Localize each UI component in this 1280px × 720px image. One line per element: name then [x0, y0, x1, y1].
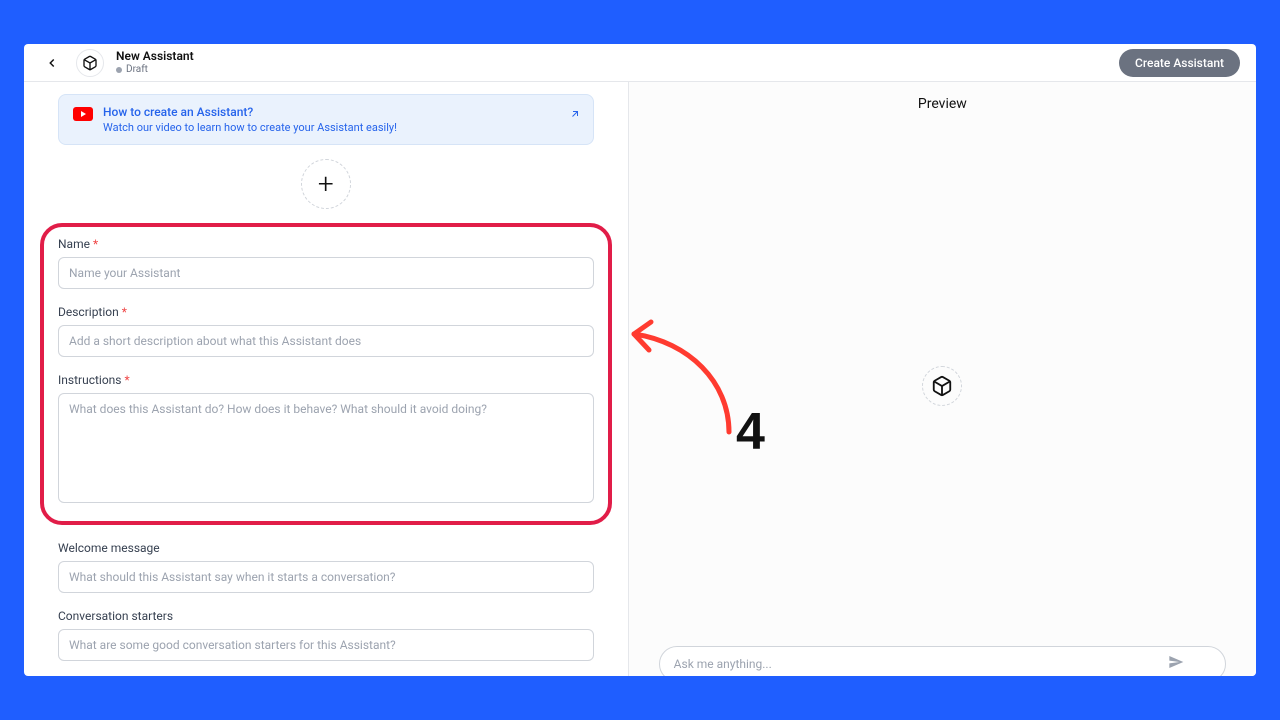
chat-input-container: Ask me anything...: [629, 646, 1256, 676]
annotation-number: 4: [736, 402, 765, 462]
send-icon[interactable]: [1168, 654, 1184, 674]
description-input[interactable]: [58, 325, 594, 357]
starters-input[interactable]: [58, 629, 594, 661]
back-button[interactable]: [40, 51, 64, 75]
instructions-input[interactable]: [58, 393, 594, 503]
name-input[interactable]: [58, 257, 594, 289]
name-label: Name *: [58, 237, 594, 251]
instructions-label: Instructions *: [58, 373, 594, 387]
preview-title: Preview: [629, 82, 1256, 126]
welcome-label: Welcome message: [58, 541, 594, 555]
status-text: Draft: [126, 64, 148, 76]
starters-label: Conversation starters: [58, 609, 594, 623]
chat-input[interactable]: Ask me anything...: [659, 646, 1226, 676]
name-field: Name *: [58, 237, 594, 289]
preview-cube-icon: [922, 366, 962, 406]
description-label: Description *: [58, 305, 594, 319]
instructions-field: Instructions *: [58, 373, 594, 507]
form-pane[interactable]: How to create an Assistant? Watch our vi…: [24, 82, 628, 676]
status-dot-icon: [116, 67, 122, 73]
chevron-left-icon: [45, 56, 59, 70]
add-avatar-button[interactable]: +: [301, 159, 351, 209]
plus-icon: +: [318, 170, 334, 198]
page-title: New Assistant: [116, 49, 194, 63]
welcome-input[interactable]: [58, 561, 594, 593]
starters-field: Conversation starters: [58, 609, 594, 661]
banner-title: How to create an Assistant?: [103, 105, 397, 119]
help-banner[interactable]: How to create an Assistant? Watch our vi…: [58, 94, 594, 145]
preview-body: [629, 126, 1256, 646]
status-badge: Draft: [116, 64, 194, 76]
youtube-icon: [73, 107, 93, 121]
assistant-cube-icon: [76, 49, 104, 77]
app-window: New Assistant Draft Create Assistant How…: [24, 44, 1256, 676]
preview-pane: Preview Ask me anything...: [629, 82, 1256, 676]
welcome-field: Welcome message: [58, 541, 594, 593]
topbar: New Assistant Draft Create Assistant: [24, 44, 1256, 82]
content-area: How to create an Assistant? Watch our vi…: [24, 82, 1256, 676]
title-block: New Assistant Draft: [116, 49, 194, 75]
create-assistant-button[interactable]: Create Assistant: [1119, 49, 1240, 77]
description-field: Description *: [58, 305, 594, 357]
banner-subtitle: Watch our video to learn how to create y…: [103, 121, 397, 134]
banner-text: How to create an Assistant? Watch our vi…: [103, 105, 397, 134]
topbar-left: New Assistant Draft: [40, 49, 194, 77]
external-link-icon[interactable]: [569, 105, 581, 124]
annotation-highlight: Name * Description * Instructions *: [40, 223, 612, 525]
